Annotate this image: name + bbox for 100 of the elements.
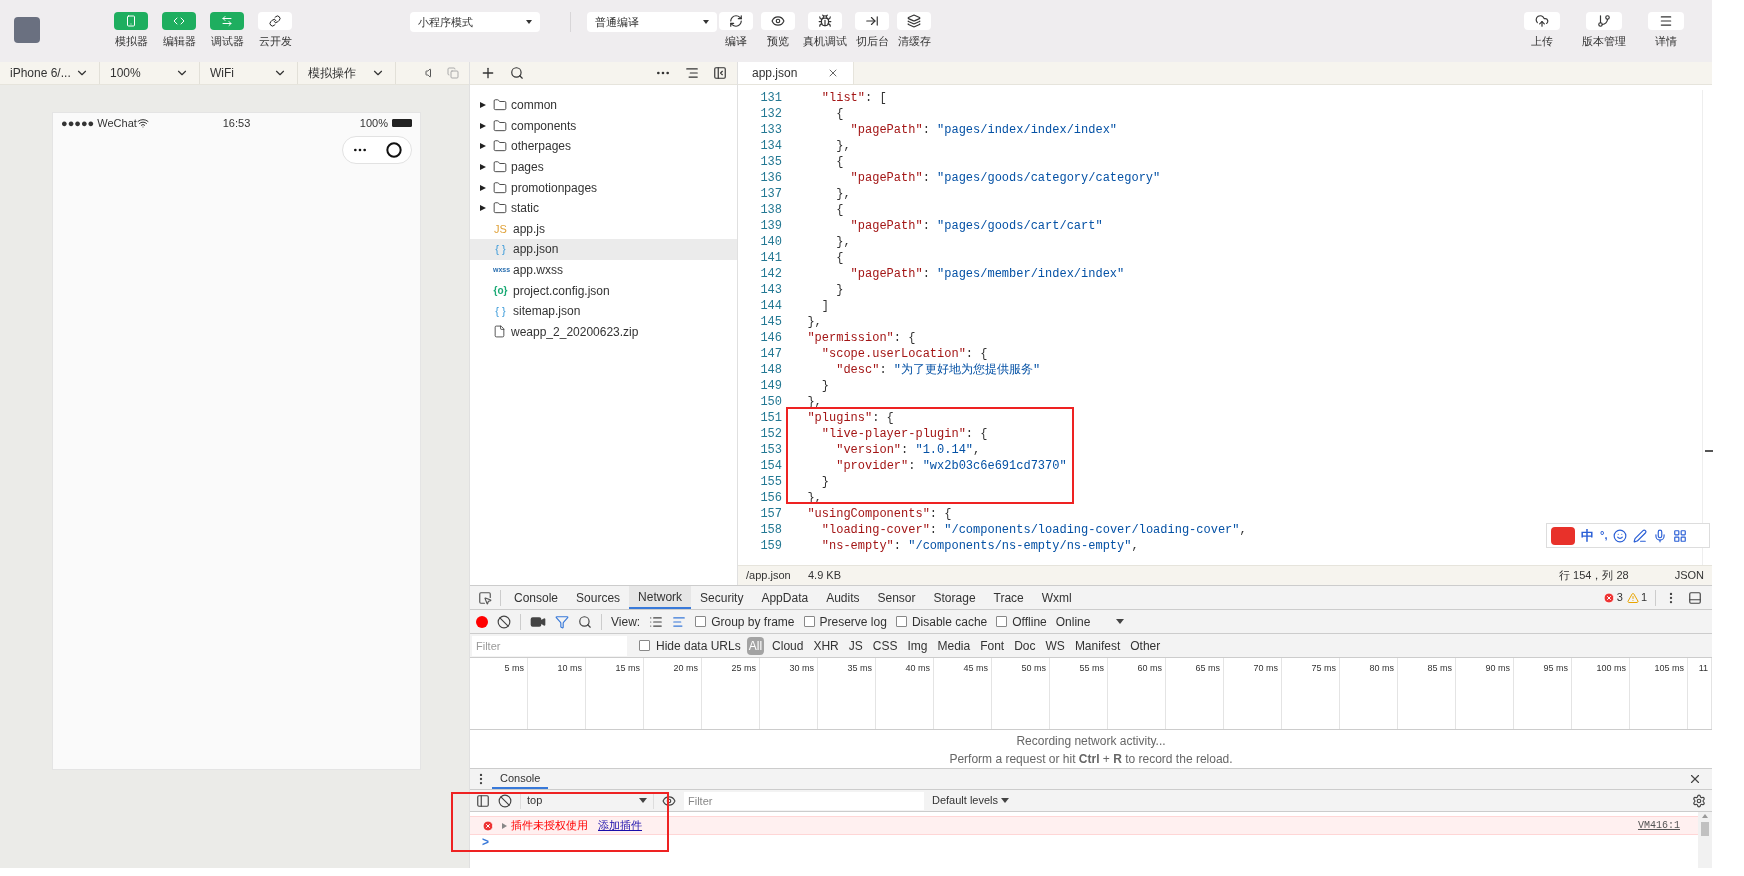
- device-select[interactable]: iPhone 6/...: [0, 62, 100, 84]
- mode-toggle-button[interactable]: [114, 12, 148, 30]
- console-prompt[interactable]: >: [482, 835, 489, 849]
- waterfall-view-icon[interactable]: [672, 614, 687, 629]
- expand-triangle-icon[interactable]: [480, 205, 486, 212]
- log-levels-select[interactable]: Default levels: [932, 792, 1010, 809]
- mode-select[interactable]: 小程序模式: [410, 12, 540, 32]
- toolbar-action-button[interactable]: 详情: [1648, 12, 1684, 50]
- eye-icon[interactable]: [662, 793, 676, 808]
- devtools-tab[interactable]: Security: [691, 586, 753, 609]
- resource-type-filter[interactable]: Media: [935, 636, 973, 655]
- file-tree-item[interactable]: components: [470, 115, 737, 137]
- checkbox[interactable]: [895, 616, 907, 627]
- error-count[interactable]: 3: [1616, 589, 1623, 606]
- file-tree-item[interactable]: promotionpages: [470, 177, 737, 198]
- checkbox[interactable]: [639, 640, 650, 651]
- resource-type-filter[interactable]: XHR: [811, 636, 841, 655]
- search-icon[interactable]: [510, 66, 524, 80]
- language-mode[interactable]: JSON: [1674, 567, 1704, 584]
- checkbox[interactable]: [996, 616, 1008, 627]
- source-link[interactable]: VM416:1: [1638, 818, 1680, 833]
- microphone-icon[interactable]: [1653, 528, 1668, 543]
- zoom-select[interactable]: 100%: [100, 62, 200, 84]
- resource-type-filter[interactable]: JS: [846, 636, 865, 655]
- devtools-tab[interactable]: Console: [505, 586, 568, 609]
- clear-icon[interactable]: [498, 793, 512, 808]
- panel-collapse-icon[interactable]: [713, 66, 727, 80]
- expand-triangle-icon[interactable]: [480, 122, 486, 129]
- file-tree-item[interactable]: pages: [470, 156, 737, 178]
- pen-icon[interactable]: [1633, 528, 1648, 543]
- devtools-tab[interactable]: Wxml: [1032, 586, 1081, 609]
- mode-toggle-button[interactable]: [210, 12, 244, 30]
- clear-icon[interactable]: [497, 614, 511, 629]
- search-icon[interactable]: [578, 614, 592, 629]
- toolbar-action-button[interactable]: 上传: [1524, 12, 1560, 50]
- smile-icon[interactable]: [1613, 528, 1628, 543]
- toolbar-action-button[interactable]: 版本管理: [1582, 12, 1626, 50]
- file-tree-item[interactable]: static: [470, 197, 737, 219]
- toolbar-action-button[interactable]: 真机调试: [803, 12, 847, 50]
- network-select[interactable]: WiFi: [200, 62, 298, 84]
- list-view-icon[interactable]: [649, 614, 664, 629]
- toolbar-action-button[interactable]: 预览: [761, 12, 795, 50]
- mode-toggle-button[interactable]: [258, 12, 292, 30]
- editor-tab[interactable]: app.json: [738, 62, 855, 84]
- throttle-select[interactable]: Online: [1055, 612, 1125, 631]
- file-tree-item[interactable]: common: [470, 95, 737, 116]
- expand-triangle-icon[interactable]: [480, 143, 486, 150]
- file-tree-item[interactable]: {o} project.config.json: [470, 280, 737, 301]
- resource-type-filter[interactable]: Manifest: [1072, 636, 1123, 655]
- capsule-menu[interactable]: [342, 136, 412, 164]
- sidebar-toggle-icon[interactable]: [476, 793, 490, 808]
- record-button[interactable]: [476, 615, 488, 628]
- console-filter-input[interactable]: Filter: [684, 791, 924, 810]
- resource-type-filter[interactable]: Other: [1128, 636, 1163, 655]
- devtools-tab[interactable]: Network: [629, 586, 692, 609]
- file-tree-item[interactable]: { } sitemap.json: [470, 300, 737, 322]
- compile-select[interactable]: 普通编译: [587, 12, 717, 32]
- file-tree-item[interactable]: weapp_2_20200623.zip: [470, 321, 737, 343]
- devtools-tab[interactable]: Trace: [984, 586, 1033, 609]
- language-toggle[interactable]: 中: [1581, 525, 1594, 546]
- toolbar-action-button[interactable]: 编译: [719, 12, 753, 50]
- checkbox[interactable]: [695, 616, 707, 627]
- resource-type-filter[interactable]: Img: [905, 636, 930, 655]
- devtools-tab[interactable]: Sources: [567, 586, 630, 609]
- toolbar-action-button[interactable]: 切后台: [855, 12, 889, 50]
- devtools-tab[interactable]: Audits: [817, 586, 869, 609]
- resource-type-filter[interactable]: CSS: [870, 636, 900, 655]
- expand-triangle-icon[interactable]: [480, 184, 486, 191]
- expand-triangle-icon[interactable]: [480, 164, 486, 171]
- toolbar-action-button[interactable]: 清缓存: [897, 12, 931, 50]
- devtools-tab[interactable]: Storage: [924, 586, 985, 609]
- mode-toggle-button[interactable]: [162, 12, 196, 30]
- context-select[interactable]: top: [520, 792, 654, 809]
- add-plugin-link[interactable]: 添加插件: [598, 817, 642, 834]
- console-scrollbar[interactable]: [1698, 812, 1712, 868]
- operation-select[interactable]: 模拟操作: [298, 62, 396, 84]
- filter-icon[interactable]: [555, 614, 569, 629]
- dock-icon[interactable]: [1688, 590, 1702, 605]
- expand-triangle-icon[interactable]: [480, 102, 486, 109]
- file-tree-item[interactable]: JS app.js: [470, 218, 737, 240]
- input-method-toolbar[interactable]: 中 °,: [1546, 523, 1710, 548]
- settings-icon[interactable]: [1692, 793, 1706, 808]
- resource-type-filter[interactable]: Doc: [1012, 636, 1038, 655]
- devtools-tab[interactable]: AppData: [752, 586, 818, 609]
- close-icon[interactable]: [1688, 772, 1702, 786]
- file-tree-item[interactable]: otherpages: [470, 136, 737, 157]
- collapse-lines-icon[interactable]: [685, 66, 699, 80]
- resource-type-filter[interactable]: Cloud: [770, 636, 806, 655]
- devtools-tab[interactable]: Sensor: [868, 586, 925, 609]
- resource-type-filter[interactable]: WS: [1043, 636, 1067, 655]
- file-tree-item[interactable]: { } app.json: [470, 239, 737, 260]
- checkbox[interactable]: [803, 616, 815, 627]
- inspect-icon[interactable]: [478, 590, 492, 605]
- target-icon[interactable]: [386, 142, 402, 158]
- punctuation-toggle[interactable]: °,: [1600, 527, 1608, 544]
- resource-type-filter[interactable]: Font: [978, 636, 1007, 655]
- warning-count[interactable]: 1: [1640, 589, 1647, 606]
- add-icon[interactable]: [480, 65, 496, 81]
- filter-input[interactable]: Filter: [472, 635, 627, 656]
- grid-icon[interactable]: [1673, 528, 1688, 543]
